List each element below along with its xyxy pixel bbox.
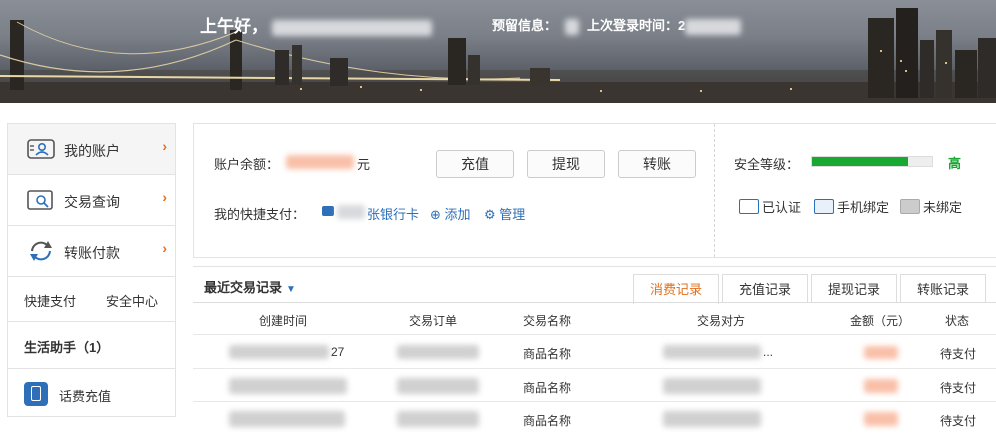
party-redacted	[663, 345, 761, 359]
security-center-link[interactable]: 安全中心	[106, 291, 158, 310]
quick-links: 快捷支付 安全中心	[8, 277, 175, 322]
amount-redacted	[864, 412, 898, 426]
chevron-right-icon: ›	[162, 189, 167, 205]
withdraw-button[interactable]: 提现	[527, 150, 605, 178]
records-title-dropdown[interactable]: 最近交易记录 ▼	[204, 277, 296, 296]
currency-label: 元	[357, 157, 371, 172]
search-document-icon	[27, 190, 53, 210]
balance-label: 账户余额：	[214, 157, 280, 172]
card-count-redacted	[337, 205, 365, 219]
transaction-name: 商品名称	[523, 414, 572, 428]
header-banner: 上午好， 预留信息： 上次登录时间：2	[0, 0, 996, 103]
phone-bound-status[interactable]: 手机绑定	[814, 197, 889, 216]
sidebar-item-label: 我的账户	[64, 143, 120, 159]
sidebar-item-label: 交易查询	[64, 194, 120, 210]
order-redacted	[397, 345, 479, 359]
manage-card-link[interactable]: ⚙ 管理	[484, 204, 525, 223]
life-helper-title: 生活助手（1）	[24, 340, 110, 355]
bank-cards-link[interactable]: 张银行卡	[367, 204, 419, 223]
status-badge: 待支付	[940, 347, 977, 361]
user-card-icon	[27, 139, 55, 159]
order-redacted	[397, 378, 479, 394]
party-redacted	[663, 378, 761, 394]
recharge-button[interactable]: 充值	[436, 150, 514, 178]
col-header-time: 创建时间	[259, 314, 308, 328]
panel-divider	[714, 124, 715, 257]
security-level-text: 高	[948, 156, 962, 171]
tab-consumption[interactable]: 消费记录	[633, 274, 719, 304]
bank-card-icon	[322, 206, 334, 216]
last-login: 上次登录时间：2	[587, 15, 742, 35]
records-title: 最近交易记录	[204, 280, 283, 295]
quickpay-label: 我的快捷支付：	[214, 207, 306, 222]
tab-recharge[interactable]: 充值记录	[722, 274, 808, 303]
balance-redacted	[286, 155, 354, 169]
refresh-transfer-icon	[30, 241, 52, 261]
transfer-button[interactable]: 转账	[618, 150, 696, 178]
add-card-link[interactable]: ⊕ 添加	[430, 204, 471, 223]
last-login-redacted	[685, 18, 742, 35]
col-header-name: 交易名称	[523, 314, 572, 328]
col-header-amount: 金额（元）	[850, 314, 911, 328]
gear-icon: ⚙	[484, 207, 500, 222]
life-helper-section: 生活助手（1）	[8, 322, 175, 369]
reserved-info-redacted	[565, 18, 580, 35]
status-badge: 待支付	[940, 414, 977, 428]
time-suffix: 27	[331, 345, 345, 359]
greeting: 上午好，	[200, 12, 432, 37]
status-badge: 待支付	[940, 381, 977, 395]
party-suffix: ...	[763, 345, 774, 359]
account-panel: 账户余额： 元 充值 提现 转账 我的快捷支付： 张银行卡 ⊕ 添加 ⚙ 管理 …	[193, 123, 996, 258]
caret-down-icon: ▼	[286, 284, 296, 295]
amount-redacted	[864, 346, 898, 359]
security-level-fill	[812, 157, 908, 166]
monitor-phone-icon	[814, 199, 834, 214]
verified-label: 已认证	[762, 200, 802, 215]
unbound-label: 未绑定	[923, 200, 963, 215]
transaction-name: 商品名称	[523, 381, 572, 395]
time-redacted	[229, 378, 347, 394]
reserved-info: 预留信息：	[492, 15, 580, 35]
tab-withdraw[interactable]: 提现记录	[811, 274, 897, 303]
phone-recharge-label: 话费充值	[59, 389, 112, 404]
sidebar-item-label: 转账付款	[64, 245, 120, 261]
security-level-bar	[811, 156, 933, 167]
quick-pay-link[interactable]: 快捷支付	[24, 291, 76, 310]
sidebar-item-transaction-query[interactable]: 交易查询 ›	[8, 175, 175, 226]
unbound-status[interactable]: 未绑定	[900, 197, 962, 216]
party-redacted	[663, 411, 761, 427]
time-redacted	[229, 411, 345, 427]
username-redacted	[272, 19, 432, 36]
chevron-right-icon: ›	[162, 138, 167, 154]
envelope-icon	[900, 199, 920, 214]
header-divider	[193, 334, 996, 335]
amount-redacted	[864, 379, 898, 393]
phone-recharge-item[interactable]: 话费充值	[8, 369, 175, 419]
row-divider	[193, 401, 996, 402]
plus-circle-icon: ⊕	[430, 207, 445, 222]
col-header-status: 状态	[945, 314, 970, 328]
col-header-order: 交易订单	[409, 314, 458, 328]
phone-bound-label: 手机绑定	[837, 200, 890, 215]
time-redacted	[229, 345, 329, 359]
mobile-phone-icon	[24, 382, 48, 406]
transaction-name: 商品名称	[523, 347, 572, 361]
recent-records-panel: 最近交易记录 ▼ 消费记录 充值记录 提现记录 转账记录 创建时间 交易订单 交易…	[193, 266, 996, 442]
manage-link-label: 管理	[499, 207, 526, 222]
sidebar-item-transfer-payment[interactable]: 转账付款 ›	[8, 226, 175, 277]
sidebar-item-my-account[interactable]: 我的账户 ›	[8, 124, 175, 175]
sidebar: 我的账户 › 交易查询 › 转账付款 › 快捷支付 安全中心 生活助手（1） 话…	[7, 123, 176, 417]
row-divider	[193, 368, 996, 369]
tab-underline	[193, 302, 996, 303]
verified-status[interactable]: 已认证	[739, 197, 801, 216]
tab-transfer[interactable]: 转账记录	[900, 274, 986, 303]
chevron-right-icon: ›	[162, 240, 167, 256]
id-card-icon	[739, 199, 759, 214]
order-redacted	[397, 411, 479, 427]
add-link-label: 添加	[444, 207, 471, 222]
security-label: 安全等级：	[734, 157, 800, 172]
col-header-party: 交易对方	[697, 314, 746, 328]
